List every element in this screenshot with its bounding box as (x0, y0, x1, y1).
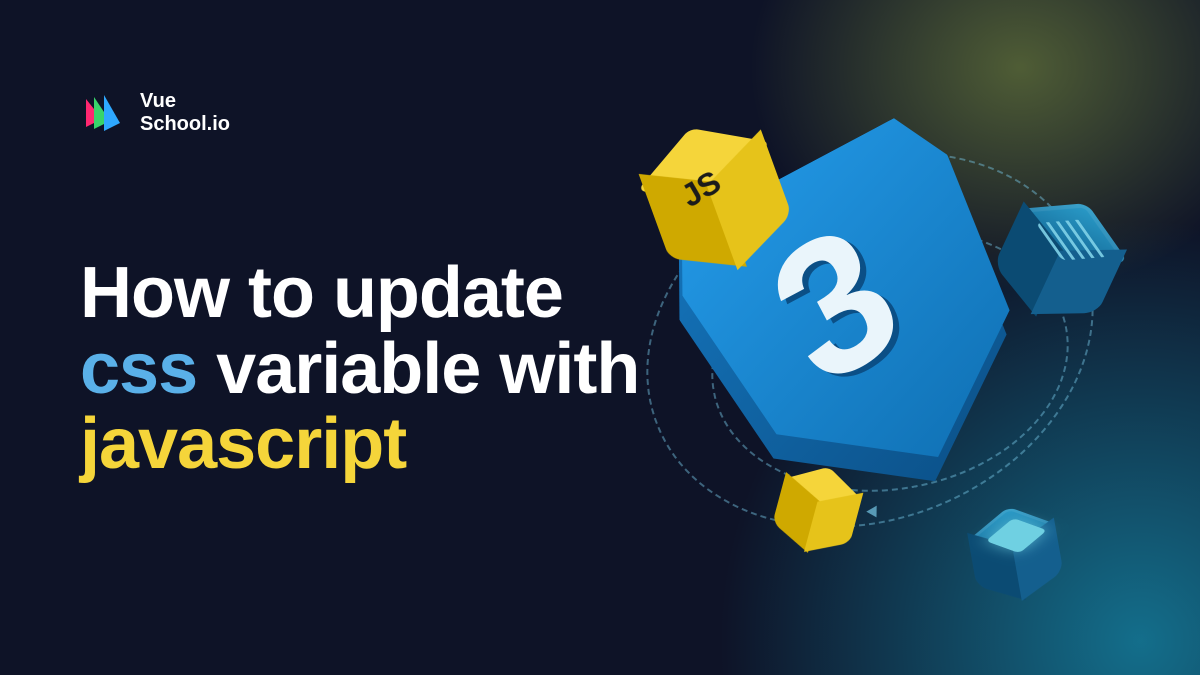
brand-logo: Vue School.io (80, 90, 1120, 136)
title-highlight-css: css (80, 329, 197, 409)
content-area: Vue School.io How to update css variable… (0, 0, 1200, 675)
title-highlight-js: javascript (80, 404, 406, 484)
brand-mark-icon (80, 91, 124, 135)
brand-text: Vue School.io (140, 90, 230, 136)
title-part-1: How to update (80, 253, 563, 333)
brand-line-2: School.io (140, 113, 230, 136)
brand-line-1: Vue (140, 90, 230, 113)
page-title: How to update css variable with javascri… (80, 256, 640, 483)
title-part-3: variable with (197, 329, 639, 409)
